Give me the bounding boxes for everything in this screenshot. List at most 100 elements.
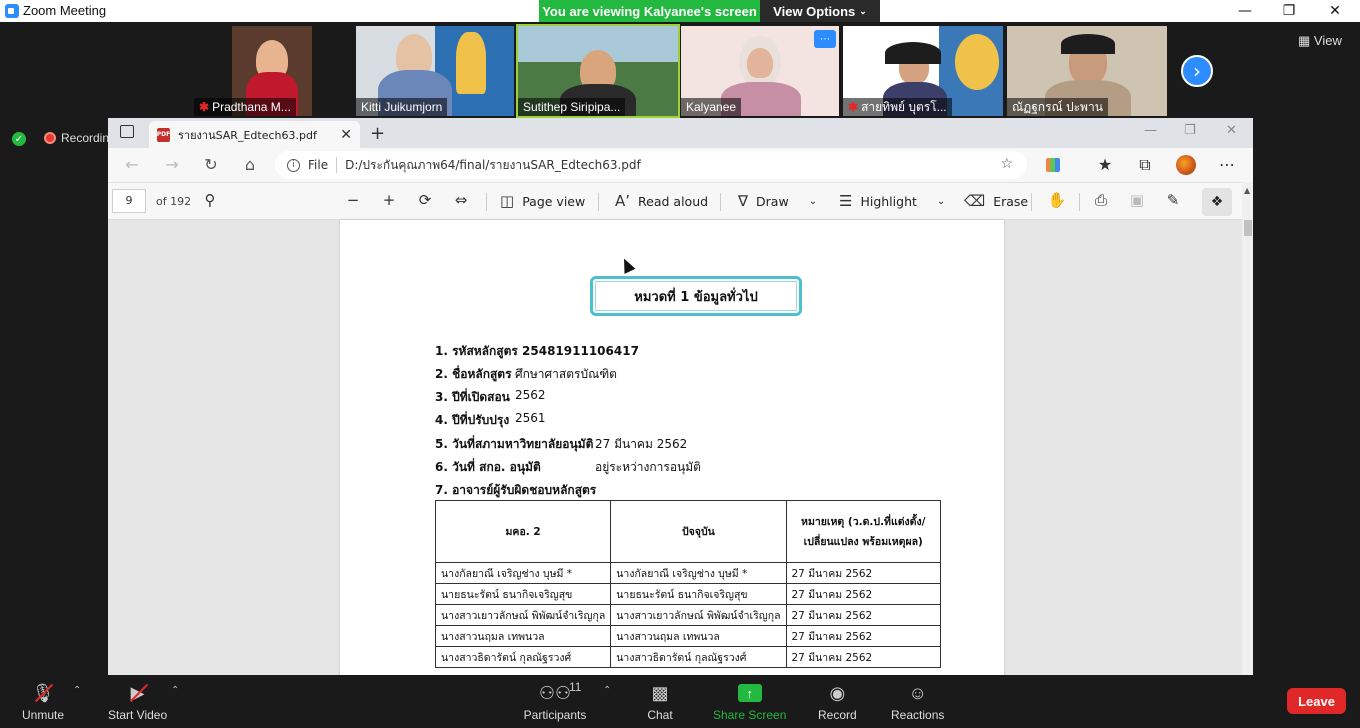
participant-name-tag: ✱ Pradthana M...: [194, 98, 312, 116]
video-off-icon: ▶: [125, 682, 151, 704]
view-options-button[interactable]: View Options ⌄: [760, 0, 880, 22]
minimize-icon[interactable]: —: [1222, 0, 1268, 22]
draw-button[interactable]: ∇ Draw ⌄: [738, 192, 817, 210]
participant-tile[interactable]: Kitti Juikumjorn: [356, 26, 514, 116]
faculty-table: มคอ. 2 ปัจจุบัน หมายเหตุ (ว.ด.ป.ที่แต่งต…: [434, 500, 941, 668]
read-aloud-button[interactable]: A’ Read aloud: [615, 192, 708, 210]
table-cell: 27 มีนาคม 2562: [785, 583, 941, 605]
chat-button[interactable]: ▩ Chat: [647, 682, 673, 723]
save-icon[interactable]: ▣: [1126, 191, 1148, 209]
browser-tab-active[interactable]: PDF รายงานSAR_Edtech63.pdf ✕: [149, 121, 360, 148]
table-row: นางกัลยาณี เจริญช่าง บุษมี * นางกัลยาณี เ…: [434, 562, 941, 584]
add-favorite-icon[interactable]: ☆: [1000, 156, 1013, 172]
record-button[interactable]: ◉ Record: [818, 682, 857, 723]
collections-icon[interactable]: ⧉: [1134, 155, 1156, 175]
scroll-up-icon[interactable]: ▲: [1244, 186, 1250, 195]
new-tab-icon[interactable]: +: [370, 123, 385, 144]
shared-browser-window: PDF รายงานSAR_Edtech63.pdf ✕ + — ❐ ✕ ← →…: [108, 118, 1253, 675]
print-icon[interactable]: ⎙: [1090, 191, 1112, 209]
erase-button[interactable]: ⌫ Erase: [964, 192, 1028, 210]
address-bar[interactable]: i File D:/ประกันคุณภาพ64/final/รายงานSAR…: [275, 151, 1027, 179]
browser-toolbar: ← → ↻ ⌂ i File D:/ประกันคุณภาพ64/final/ร…: [108, 148, 1253, 182]
table-row: นายธนะรัตน์ ธนากิจเจริญสุข นายธนะรัตน์ ธน…: [434, 583, 941, 605]
touch-write-icon[interactable]: ✋: [1046, 191, 1068, 209]
book-icon: ◫: [500, 192, 515, 210]
muted-mic-icon: ✱: [199, 100, 210, 114]
address-separator: [336, 157, 338, 173]
more-options-icon[interactable]: ⋯: [814, 30, 836, 48]
pdf-file-icon: PDF: [157, 127, 170, 142]
close-icon[interactable]: ✕: [1312, 0, 1358, 22]
page-total: of 192: [156, 195, 192, 208]
audio-options-caret-icon[interactable]: ⌃: [73, 685, 81, 696]
toolbar-separator: [598, 193, 599, 211]
fit-page-icon[interactable]: ⇔: [450, 191, 472, 209]
zoom-in-icon[interactable]: +: [378, 191, 400, 209]
settings-more-icon[interactable]: ⋯: [1216, 155, 1238, 174]
viewing-screen-banner: You are viewing Kalyanee's screen: [539, 0, 760, 22]
table-cell: นายธนะรัตน์ ธนากิจเจริญสุข: [434, 583, 612, 605]
participant-tile-active-speaker[interactable]: Sutithep Siripipa...: [516, 24, 680, 118]
table-cell: นางสาวนฤมล เทพนวล: [434, 625, 612, 647]
table-row: นางสาวนฤมล เทพนวล นางสาวนฤมล เทพนวล 27 มีน…: [434, 625, 941, 647]
info-icon[interactable]: i: [287, 158, 300, 172]
participants-options-caret-icon[interactable]: ⌃: [603, 685, 611, 696]
table-cell: 27 มีนาคม 2562: [785, 625, 941, 647]
forward-arrow-icon[interactable]: →: [160, 155, 184, 174]
rotate-icon[interactable]: ⟳: [414, 191, 436, 209]
pin-toolbar-icon[interactable]: ❖: [1202, 188, 1232, 216]
toolbar-separator: [486, 193, 487, 211]
refresh-icon[interactable]: ↻: [199, 155, 223, 174]
start-video-button[interactable]: ▶ Start Video: [108, 682, 167, 723]
info-line: 6. วันที่ สกอ. อนุมัติ อยู่ระหว่างการอนุม…: [435, 460, 701, 474]
page-number-input[interactable]: 9: [112, 189, 146, 213]
back-arrow-icon[interactable]: ←: [120, 155, 144, 174]
toolbar-separator: [1079, 193, 1080, 211]
recording-indicator[interactable]: Recordin: [44, 131, 109, 145]
participants-count: 11: [569, 680, 582, 694]
pdf-toolbar: 9 of 192 ⚲ − + ⟳ ⇔ ◫ Page view A’ Read alo…: [108, 182, 1253, 220]
page-view-button[interactable]: ◫ Page view: [500, 192, 585, 210]
table-header-row: มคอ. 2 ปัจจุบัน หมายเหตุ (ว.ด.ป.ที่แต่งต…: [434, 500, 941, 563]
view-button[interactable]: ▦ View: [1298, 33, 1342, 49]
encryption-shield-icon[interactable]: ✓: [12, 132, 26, 146]
zoom-out-icon[interactable]: −: [342, 191, 364, 209]
participants-button[interactable]: ⚇⚇ 11 Participants: [523, 680, 587, 722]
vertical-scrollbar[interactable]: [1242, 182, 1253, 675]
table-header: มคอ. 2: [434, 500, 612, 563]
highlighter-icon: ☰: [839, 192, 853, 210]
participant-tile[interactable]: ณัฏฐกรณ์ ปะพาน: [1007, 26, 1167, 116]
profile-avatar[interactable]: [1176, 155, 1196, 175]
address-url: D:/ประกันคุณภาพ64/final/รายงานSAR_Edtech…: [345, 157, 641, 172]
table-row: นางสาวเยาวลักษณ์ พิพัฒน์จำเริญกุล นางสาวเ…: [434, 604, 941, 626]
share-screen-button[interactable]: ↑ Share Screen: [713, 682, 786, 722]
chevron-down-icon[interactable]: ⌄: [937, 196, 945, 207]
table-cell: 27 มีนาคม 2562: [785, 604, 941, 626]
save-as-icon[interactable]: ✎: [1162, 191, 1184, 209]
search-icon[interactable]: ⚲: [199, 191, 221, 209]
browser-restore-icon[interactable]: ❐: [1184, 123, 1196, 138]
next-page-arrow-icon[interactable]: ›: [1181, 55, 1213, 87]
highlight-button[interactable]: ☰ Highlight ⌄: [839, 192, 945, 210]
home-icon[interactable]: ⌂: [238, 155, 262, 174]
video-options-caret-icon[interactable]: ⌃: [171, 685, 179, 696]
participant-tile[interactable]: ✱ สายทิพย์ บุตรโ...: [843, 26, 1003, 116]
tab-close-icon[interactable]: ✕: [340, 127, 352, 143]
table-cell: นางกัลยาณี เจริญช่าง บุษมี *: [610, 562, 787, 584]
reactions-button[interactable]: ☺ Reactions: [891, 682, 944, 723]
tab-actions-icon[interactable]: [120, 125, 134, 138]
scroll-thumb[interactable]: [1244, 220, 1252, 236]
table-header: ปัจจุบัน: [610, 500, 787, 563]
table-cell: นายธนะรัตน์ ธนากิจเจริญสุข: [610, 583, 787, 605]
restore-icon[interactable]: ❐: [1266, 0, 1312, 22]
participant-tile[interactable]: ⋯ Kalyanee: [681, 26, 839, 116]
extension-icon[interactable]: [1046, 158, 1060, 172]
table-cell: นางสาวเยาวลักษณ์ พิพัฒน์จำเริญกุล: [434, 604, 612, 626]
table-cell: นางสาวนฤมล เทพนวล: [610, 625, 787, 647]
browser-minimize-icon[interactable]: —: [1144, 123, 1157, 138]
browser-close-icon[interactable]: ✕: [1226, 123, 1237, 138]
chevron-down-icon[interactable]: ⌄: [809, 196, 817, 207]
favorites-icon[interactable]: ★: [1094, 155, 1116, 174]
leave-button[interactable]: Leave: [1287, 688, 1346, 714]
unmute-button[interactable]: 🎙 Unmute: [22, 682, 64, 723]
